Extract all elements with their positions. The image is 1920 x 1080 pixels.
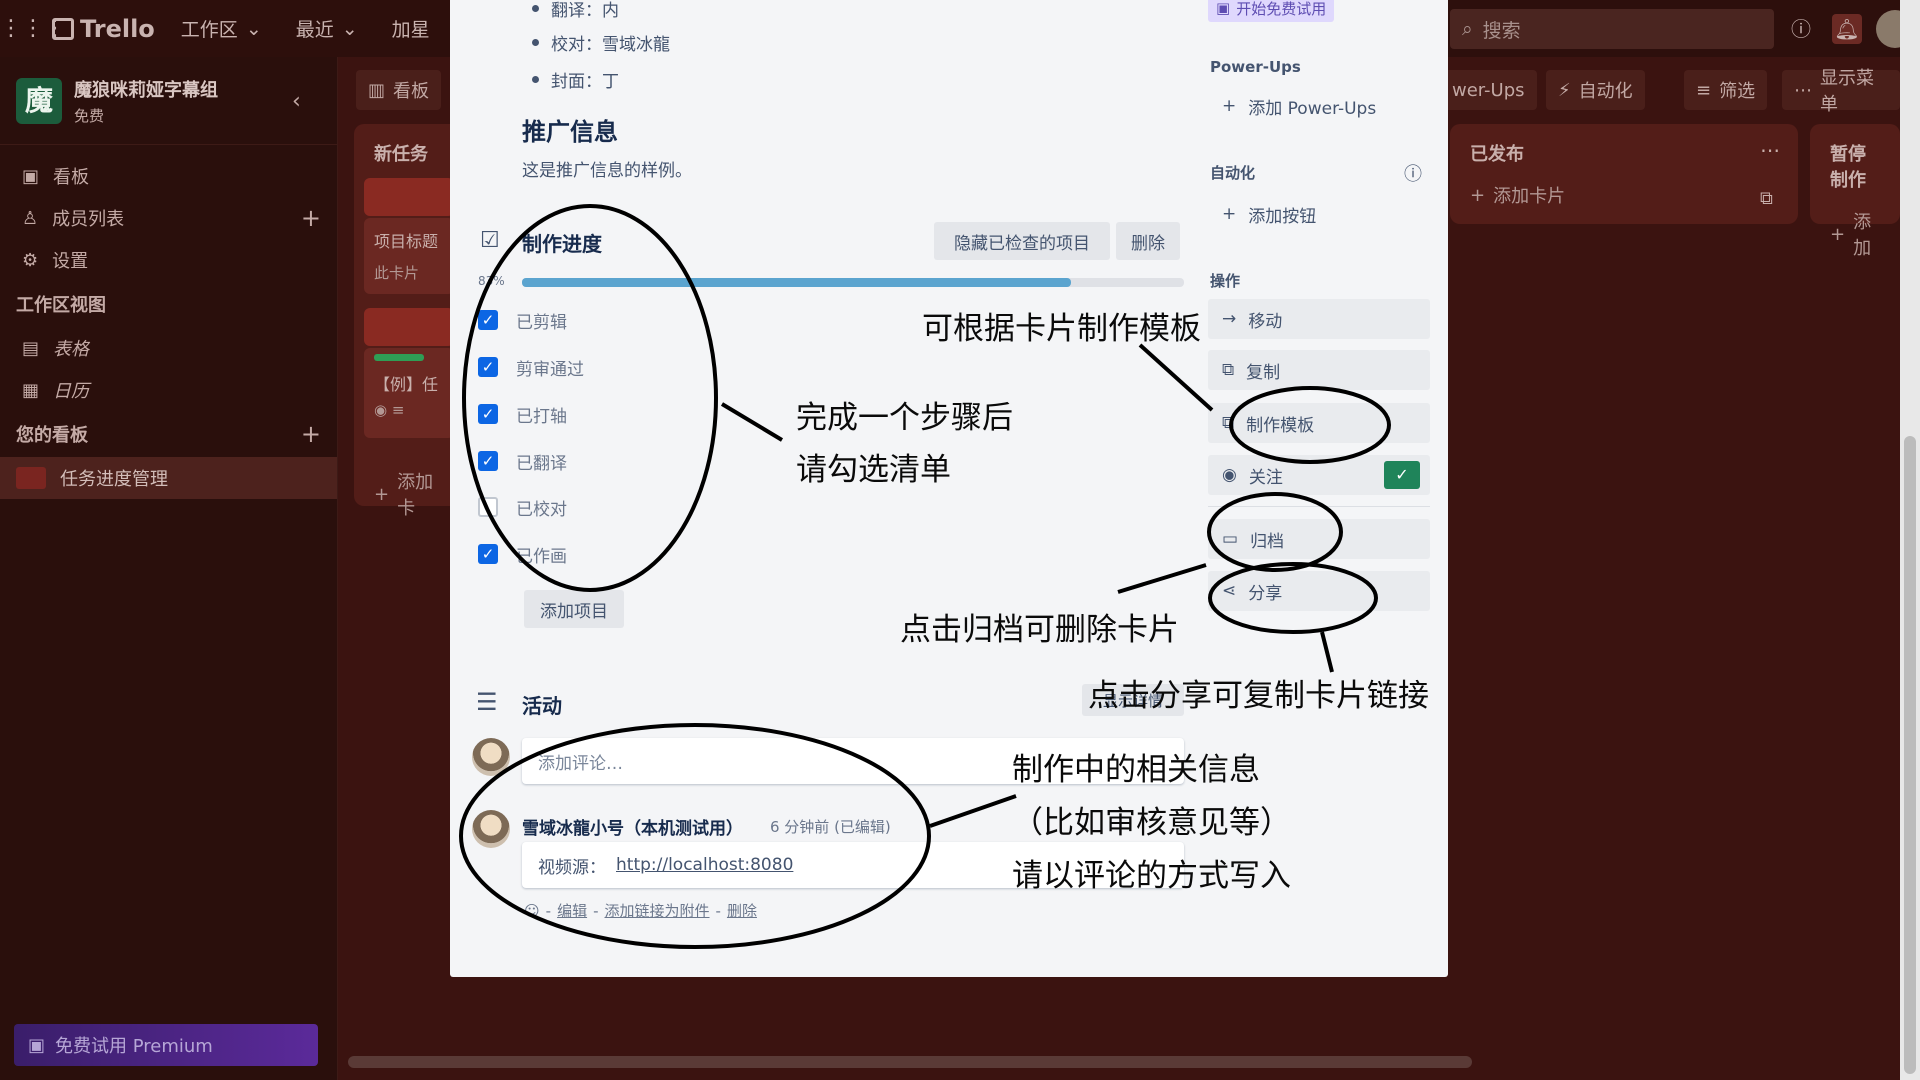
annotation-checklist-line2: 请勾选清单 xyxy=(796,452,951,488)
annotation-share: 点击分享可复制卡片链接 xyxy=(1088,678,1429,714)
annotation-comment-line1: 制作中的相关信息 xyxy=(1012,752,1260,788)
annotation-archive: 点击归档可删除卡片 xyxy=(900,612,1179,648)
annotation-comment-line3: 请以评论的方式写入 xyxy=(1012,858,1291,894)
annotation-ellipse-archive xyxy=(1207,492,1343,572)
annotation-line-checklist xyxy=(720,402,784,442)
annotation-comment-line2: （比如审核意见等） xyxy=(1012,805,1291,841)
annotation-line-template xyxy=(1138,343,1214,412)
annotation-ellipse-checklist xyxy=(462,204,718,592)
annotation-ellipse-comment xyxy=(459,723,931,949)
annotation-line-archive xyxy=(1117,563,1207,594)
annotation-line-share xyxy=(1320,631,1334,673)
annotation-ellipse-template xyxy=(1229,386,1391,464)
annotation-line-comment xyxy=(929,794,1017,828)
annotation-template: 可根据卡片制作模板 xyxy=(922,311,1201,347)
annotation-overlay xyxy=(459,204,1391,949)
annotation-ellipse-share xyxy=(1208,562,1378,634)
annotation-checklist-line1: 完成一个步骤后 xyxy=(796,400,1013,436)
